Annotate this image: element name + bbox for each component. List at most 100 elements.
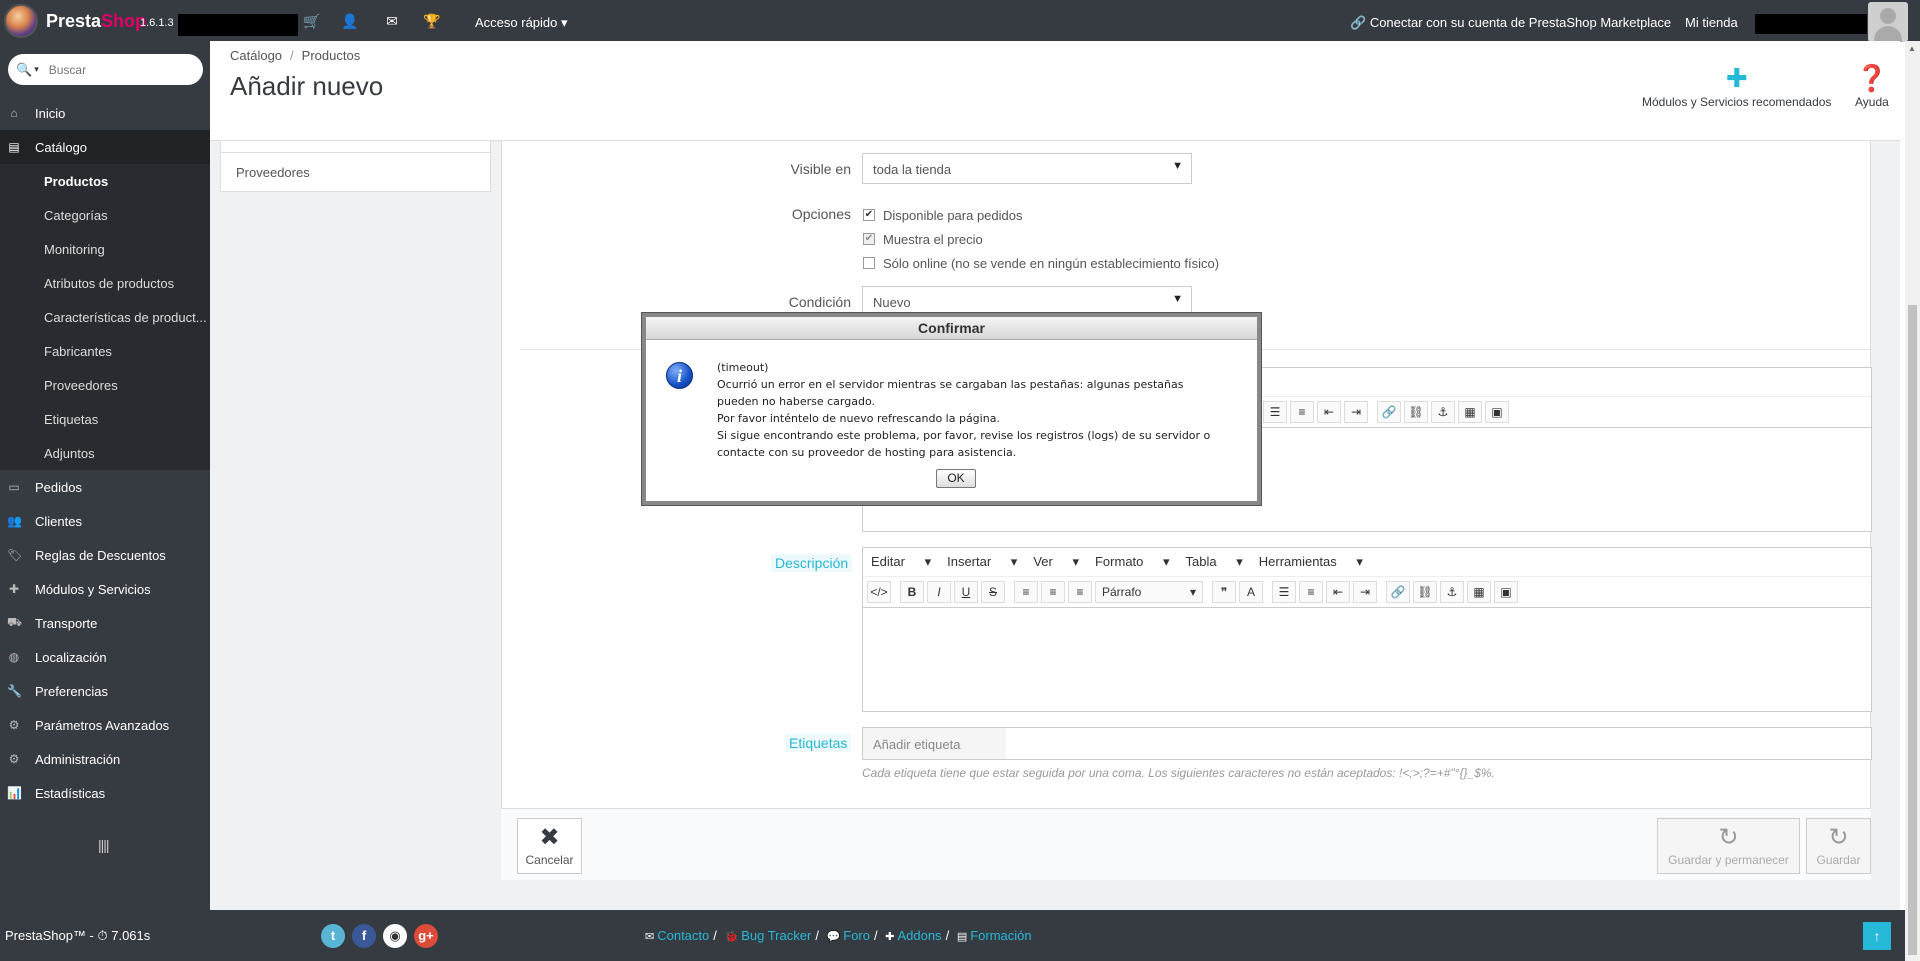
text-color-icon[interactable]: A — [1239, 581, 1263, 603]
menu-tabla[interactable]: Tabla ▾ — [1186, 554, 1243, 570]
menu-ver[interactable]: Ver ▾ — [1033, 554, 1079, 570]
unlink-icon[interactable]: ⛓ — [1404, 401, 1428, 423]
marketplace-link[interactable]: 🔗 Conectar con su cuenta de PrestaShop M… — [1350, 15, 1671, 31]
avatar[interactable] — [1868, 2, 1908, 42]
menu-editar[interactable]: Editar ▾ — [871, 554, 931, 570]
sidebar-subitem-atributos[interactable]: Atributos de productos — [0, 266, 210, 300]
option-show-price[interactable]: ✔ Muestra el precio — [863, 230, 983, 248]
description-label[interactable]: Descripción — [771, 554, 853, 572]
indent-icon[interactable]: ⇥ — [1353, 581, 1377, 603]
menu-formato[interactable]: Formato ▾ — [1095, 554, 1170, 570]
format-select[interactable]: Párrafo ▾ — [1095, 581, 1203, 603]
numbered-list-icon[interactable]: ≡ — [1299, 581, 1323, 603]
menu-insertar[interactable]: Insertar ▾ — [947, 554, 1017, 570]
help-button[interactable]: ❓ Ayuda — [1855, 61, 1889, 109]
sidebar-subitem-fabricantes[interactable]: Fabricantes — [0, 334, 210, 368]
sidebar-item-localizacion[interactable]: ◍ Localización — [0, 640, 210, 674]
scroll-to-top-button[interactable]: ↑ — [1863, 922, 1891, 950]
media-icon[interactable]: ▦ — [1458, 401, 1482, 423]
facebook-icon[interactable]: f — [352, 924, 376, 948]
sidebar-subitem-monitoring[interactable]: Monitoring — [0, 232, 210, 266]
modules-recommended-button[interactable]: ✚ Módulos y Servicios recomendados — [1642, 61, 1831, 109]
image-icon[interactable]: ▣ — [1494, 581, 1518, 603]
align-center-icon[interactable]: ≡ — [1041, 581, 1065, 603]
sidebar-subitem-categorias[interactable]: Categorías — [0, 198, 210, 232]
breadcrumb-productos[interactable]: Productos — [302, 48, 361, 63]
unlink-icon[interactable]: ⛓ — [1413, 581, 1437, 603]
chevron-down-icon[interactable]: ▾ — [34, 64, 39, 75]
tags-label[interactable]: Etiquetas — [785, 734, 852, 752]
option-available-for-order[interactable]: ✔ Disponible para pedidos — [863, 206, 1022, 224]
cancel-button[interactable]: ✖ Cancelar — [517, 818, 582, 874]
twitter-icon[interactable]: t — [321, 924, 345, 948]
footer-link-formacion[interactable]: Formación — [970, 928, 1031, 943]
checkbox[interactable]: ✔ — [863, 233, 875, 245]
envelope-icon[interactable]: ✉ — [382, 11, 402, 31]
search-box[interactable]: 🔍 ▾ — [8, 54, 203, 85]
scrollbar-thumb[interactable] — [1908, 305, 1917, 955]
sidebar-item-parametros[interactable]: ⚙ Parámetros Avanzados — [0, 708, 210, 742]
outdent-icon[interactable]: ⇤ — [1317, 401, 1341, 423]
sidebar-subitem-proveedores[interactable]: Proveedores — [0, 368, 210, 402]
editor-content-area[interactable] — [863, 608, 1871, 713]
sidebar-item-preferencias[interactable]: 🔧 Preferencias — [0, 674, 210, 708]
link-icon[interactable]: 🔗 — [1386, 581, 1410, 603]
sidebar-item-administracion[interactable]: ⚙ Administración — [0, 742, 210, 776]
tags-input[interactable]: Añadir etiqueta — [862, 727, 1872, 760]
sidebar-item-modulos[interactable]: ✚ Módulos y Servicios — [0, 572, 210, 606]
anchor-icon[interactable]: ⚓ — [1431, 401, 1455, 423]
customer-icon[interactable]: 👤 — [340, 11, 360, 31]
cart-icon[interactable]: 🛒 — [302, 11, 322, 31]
sidebar-subitem-productos[interactable]: Productos — [0, 164, 210, 198]
collapse-sidebar-icon[interactable]: |||| — [98, 837, 110, 853]
sidebar-item-pedidos[interactable]: ▭ Pedidos — [0, 470, 210, 504]
sidebar-item-estadisticas[interactable]: 📊 Estadísticas — [0, 776, 210, 810]
align-right-icon[interactable]: ≡ — [1068, 581, 1092, 603]
sidebar-item-transporte[interactable]: ⛟ Transporte — [0, 606, 210, 640]
footer-link-contacto[interactable]: Contacto — [657, 928, 709, 943]
outdent-icon[interactable]: ⇤ — [1326, 581, 1350, 603]
prestashop-logo[interactable] — [4, 4, 38, 38]
source-code-icon[interactable]: </> — [867, 581, 891, 603]
google-plus-icon[interactable]: g+ — [414, 924, 438, 948]
image-icon[interactable]: ▣ — [1485, 401, 1509, 423]
sidebar-subitem-etiquetas[interactable]: Etiquetas — [0, 402, 210, 436]
quick-access-menu[interactable]: Acceso rápido ▾ — [475, 15, 568, 31]
sidebar-item-descuentos[interactable]: 🏷 Reglas de Descuentos — [0, 538, 210, 572]
menu-herramientas[interactable]: Herramientas ▾ — [1259, 554, 1363, 570]
align-left-icon[interactable]: ≡ — [1014, 581, 1038, 603]
media-icon[interactable]: ▦ — [1467, 581, 1491, 603]
checkbox[interactable] — [863, 257, 875, 269]
sidebar-item-inicio[interactable]: ⌂ Inicio — [0, 96, 210, 130]
italic-icon[interactable]: I — [927, 581, 951, 603]
sidebar-subitem-adjuntos[interactable]: Adjuntos — [0, 436, 210, 470]
sidebar-subitem-caracteristicas[interactable]: Características de product... — [0, 300, 210, 334]
bold-icon[interactable]: B — [900, 581, 924, 603]
indent-icon[interactable]: ⇥ — [1344, 401, 1368, 423]
footer-link-addons[interactable]: Addons — [897, 928, 941, 943]
blockquote-icon[interactable]: ❞ — [1212, 581, 1236, 603]
search-input[interactable] — [48, 62, 189, 77]
bullet-list-icon[interactable]: ☰ — [1272, 581, 1296, 603]
search-icon[interactable]: 🔍 — [16, 62, 32, 78]
option-online-only[interactable]: Sólo online (no se vende en ningún estab… — [863, 254, 1219, 272]
sidebar-item-clientes[interactable]: 👥 Clientes — [0, 504, 210, 538]
link-icon[interactable]: 🔗 — [1377, 401, 1401, 423]
github-icon[interactable]: ◉ — [383, 924, 407, 948]
anchor-icon[interactable]: ⚓ — [1440, 581, 1464, 603]
tab-proveedores[interactable]: Proveedores — [220, 152, 491, 192]
visibility-select[interactable]: toda la tienda ▼ — [862, 153, 1192, 184]
strikethrough-icon[interactable]: S — [981, 581, 1005, 603]
save-and-stay-button[interactable]: ↻ Guardar y permanecer — [1657, 818, 1800, 874]
underline-icon[interactable]: U — [954, 581, 978, 603]
trophy-icon[interactable]: 🏆 — [422, 11, 442, 31]
save-button[interactable]: ↻ Guardar — [1806, 818, 1871, 874]
description-editor[interactable]: Editar ▾ Insertar ▾ Ver ▾ Formato ▾ Tabl… — [862, 547, 1872, 712]
my-store-link[interactable]: Mi tienda — [1685, 15, 1738, 30]
scroll-up-arrow-icon[interactable]: ▲ — [1908, 44, 1916, 53]
checkbox[interactable]: ✔ — [863, 209, 875, 221]
footer-link-foro[interactable]: Foro — [843, 928, 870, 943]
bullet-list-icon[interactable]: ☰ — [1263, 401, 1287, 423]
numbered-list-icon[interactable]: ≡ — [1290, 401, 1314, 423]
ok-button[interactable]: OK — [936, 469, 976, 488]
